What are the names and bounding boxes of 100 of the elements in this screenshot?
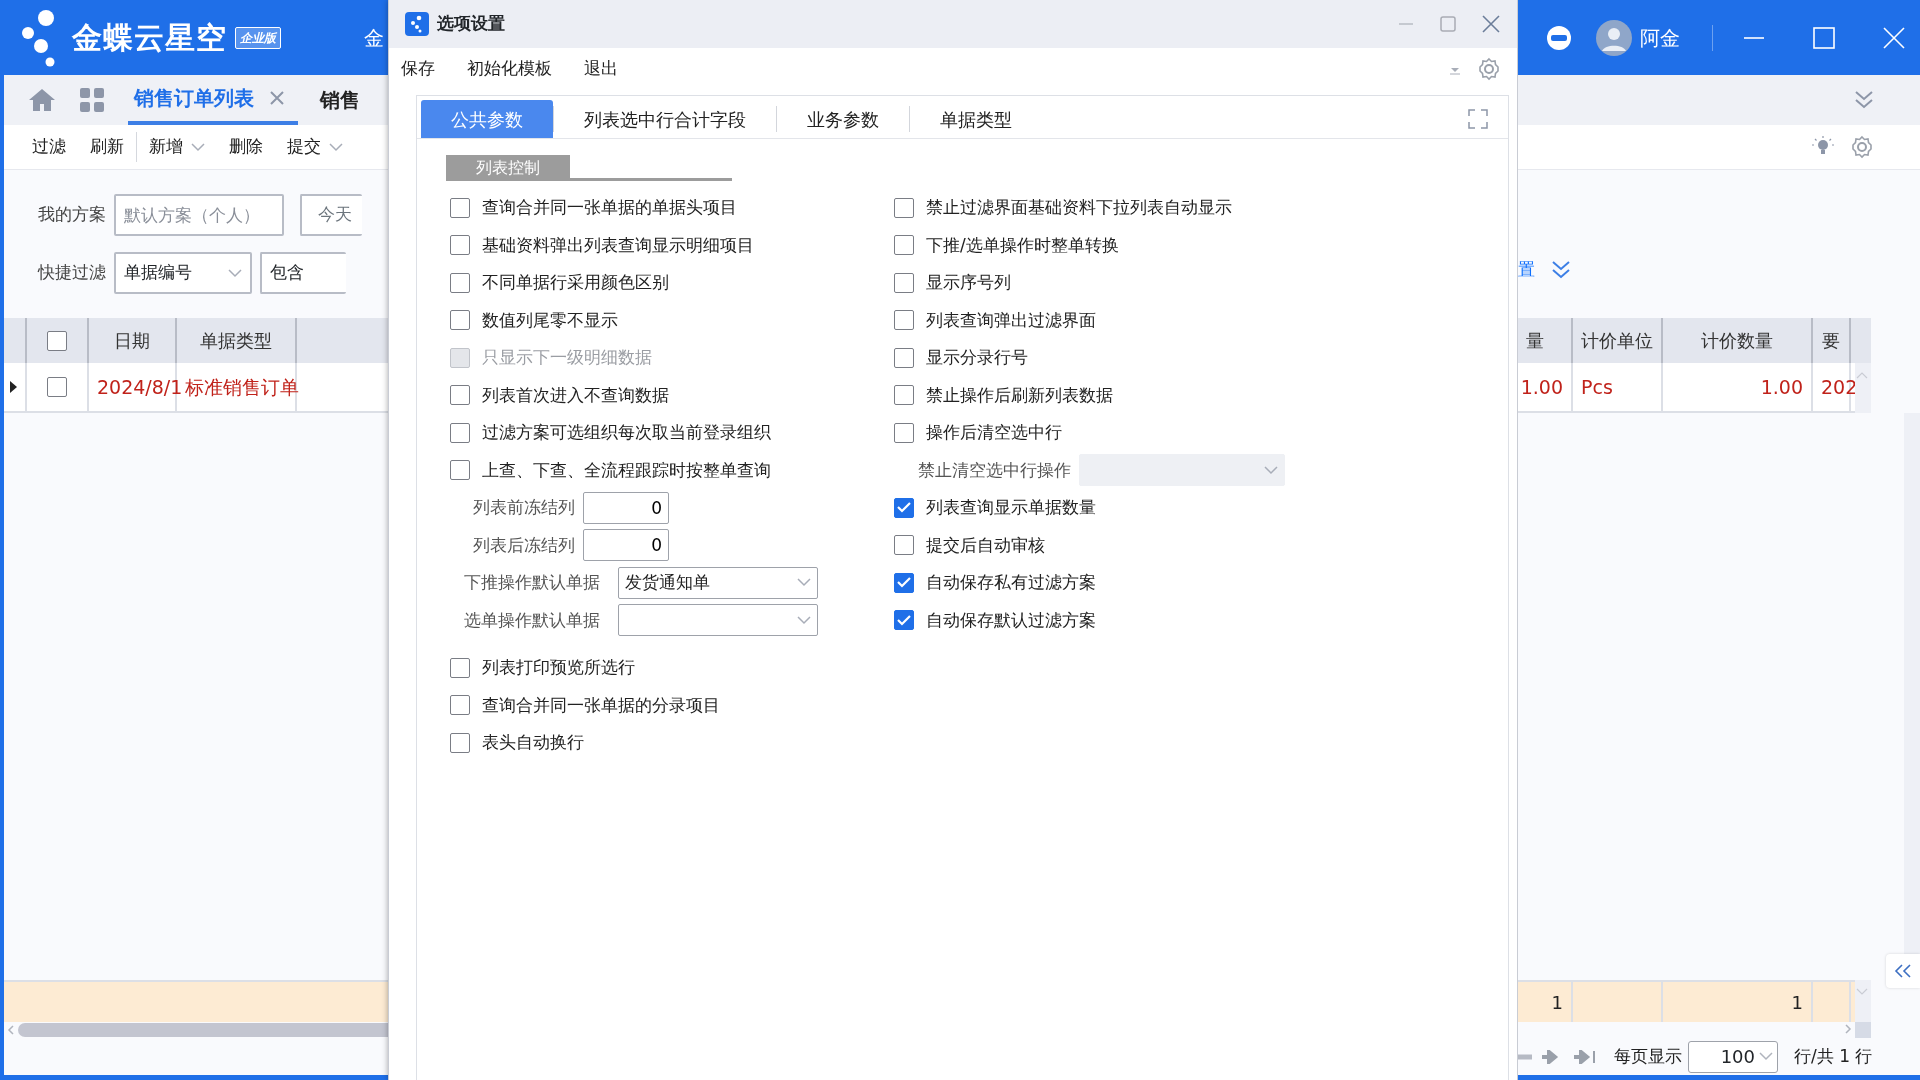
more-icon[interactable] bbox=[1546, 24, 1572, 51]
checkbox[interactable] bbox=[450, 272, 470, 293]
tab[interactable]: 列表选中行合计字段 bbox=[554, 100, 776, 138]
tab[interactable]: 业务参数 bbox=[777, 100, 909, 138]
scheme-field[interactable]: 默认方案（个人） bbox=[114, 194, 284, 236]
pager-arrows-icon[interactable] bbox=[1518, 1049, 1598, 1064]
menu-item[interactable]: 退出 bbox=[576, 56, 626, 82]
checkbox[interactable] bbox=[450, 235, 470, 256]
option-label: 数值列尾零不显示 bbox=[482, 308, 618, 332]
toolbar-button[interactable]: 新增 bbox=[137, 134, 217, 160]
close-icon[interactable] bbox=[1481, 14, 1501, 34]
option-label: 上查、下查、全流程跟踪时按整单查询 bbox=[482, 458, 771, 482]
edition-badge: 企业版 bbox=[235, 26, 281, 49]
option-label: 查询合并同一张单据的单据头项目 bbox=[482, 196, 737, 219]
close-icon[interactable] bbox=[270, 91, 284, 105]
scrollbar-thumb[interactable] bbox=[18, 1023, 388, 1037]
operator-select[interactable]: 包含 bbox=[260, 252, 346, 294]
table-cell: 1.00 bbox=[1518, 363, 1573, 411]
toolbar-button[interactable]: 提交 bbox=[275, 134, 355, 160]
chevron-down-icon bbox=[1264, 465, 1278, 475]
checkbox[interactable] bbox=[894, 272, 914, 293]
field-label: 列表前冻结列 bbox=[472, 496, 575, 519]
field-select[interactable]: 单据编号 bbox=[114, 252, 252, 294]
settings-link[interactable]: 置 bbox=[1518, 257, 1535, 283]
option-label: 操作后清空选中行 bbox=[926, 421, 1062, 444]
scrollbar-corner bbox=[1855, 1022, 1871, 1038]
checkbox[interactable] bbox=[894, 497, 914, 518]
table-cell: 1.00 bbox=[1663, 363, 1813, 411]
user-name: 阿金 bbox=[1640, 24, 1680, 52]
total-cell: 1 bbox=[1518, 982, 1573, 1022]
number-field[interactable]: 0 bbox=[583, 529, 669, 562]
filter-label: 快捷过滤 bbox=[36, 261, 107, 285]
checkbox[interactable] bbox=[894, 422, 914, 443]
page-tab[interactable]: 销售 bbox=[314, 75, 366, 125]
menu-item[interactable]: 保存 bbox=[393, 56, 443, 82]
number-field[interactable]: 0 bbox=[583, 491, 669, 524]
home-icon[interactable] bbox=[28, 87, 56, 113]
checkbox[interactable] bbox=[47, 377, 67, 397]
app-icon bbox=[405, 12, 429, 36]
checkbox[interactable] bbox=[894, 310, 914, 331]
double-chevron-left-icon bbox=[1894, 963, 1912, 979]
checkbox[interactable] bbox=[894, 610, 914, 631]
chevron-down-icon bbox=[228, 268, 242, 278]
option-label: 下推/选单操作时整单转换 bbox=[926, 233, 1119, 257]
checkbox[interactable] bbox=[450, 197, 470, 218]
field-label: 列表后冻结列 bbox=[472, 533, 575, 557]
field-label: 下推操作默认单据 bbox=[463, 571, 601, 594]
group-header: 列表控制 bbox=[446, 155, 570, 181]
checkbox[interactable] bbox=[47, 330, 67, 351]
page-size-select[interactable]: 100 bbox=[1688, 1040, 1778, 1073]
toolbar-button[interactable]: 删除 bbox=[217, 134, 275, 160]
option-label: 自动保存默认过滤方案 bbox=[926, 608, 1096, 632]
toolbar-button[interactable]: 过滤 bbox=[20, 134, 78, 160]
filter-label: 我的方案 bbox=[37, 203, 107, 227]
checkbox[interactable] bbox=[450, 695, 470, 716]
toolbar-button[interactable]: 刷新 bbox=[78, 134, 136, 160]
checkbox[interactable] bbox=[894, 197, 914, 218]
settings-icon[interactable] bbox=[1477, 57, 1501, 81]
option-label: 只显示下一级明细数据 bbox=[482, 346, 652, 369]
select-field[interactable]: 发货通知单 bbox=[618, 566, 818, 599]
option-label: 查询合并同一张单据的分录项目 bbox=[482, 693, 720, 717]
date-chip[interactable]: 今天 bbox=[300, 194, 362, 236]
checkbox[interactable] bbox=[894, 572, 914, 593]
checkbox[interactable] bbox=[450, 657, 470, 678]
option-label: 不同单据行采用颜色区别 bbox=[482, 271, 669, 294]
option-label: 显示序号列 bbox=[926, 271, 1011, 294]
app-title: 金 bbox=[364, 24, 385, 52]
checkbox[interactable] bbox=[450, 732, 470, 753]
chevron-down-icon bbox=[1759, 1052, 1773, 1061]
checkbox[interactable] bbox=[894, 235, 914, 256]
fullscreen-icon[interactable] bbox=[1468, 109, 1488, 129]
menu-item[interactable]: 初始化模板 bbox=[459, 56, 560, 82]
checkbox[interactable] bbox=[450, 385, 470, 406]
total-cell: 1 bbox=[1663, 982, 1813, 1022]
apps-icon[interactable] bbox=[80, 88, 104, 112]
pager-label: 每页显示 bbox=[1614, 1044, 1682, 1068]
chevron-down-icon bbox=[797, 615, 811, 625]
checkbox[interactable] bbox=[894, 535, 914, 556]
dialog-title: 选项设置 bbox=[437, 12, 505, 36]
tab[interactable]: 单据类型 bbox=[910, 100, 1042, 138]
table-cell: Pcs bbox=[1573, 363, 1663, 411]
option-label: 自动保存私有过滤方案 bbox=[926, 571, 1096, 594]
select-field[interactable] bbox=[618, 604, 818, 637]
checkbox[interactable] bbox=[894, 347, 914, 368]
field-label: 禁止清空选中行操作 bbox=[917, 458, 1071, 482]
double-chevron-down-icon[interactable] bbox=[1551, 260, 1571, 280]
checkbox[interactable] bbox=[450, 460, 470, 481]
option-label: 列表首次进入不查询数据 bbox=[482, 383, 669, 407]
option-label: 过滤方案可选组织每次取当前登录组织 bbox=[482, 421, 771, 444]
avatar[interactable] bbox=[1596, 19, 1632, 56]
double-chevron-down-icon[interactable] bbox=[1854, 90, 1874, 110]
checkbox[interactable] bbox=[894, 385, 914, 406]
option-label: 列表查询显示单据数量 bbox=[926, 496, 1096, 519]
option-label: 列表查询弹出过滤界面 bbox=[926, 308, 1096, 332]
option-label: 提交后自动审核 bbox=[926, 533, 1045, 557]
pager-summary: 行/共 1 行 bbox=[1794, 1044, 1873, 1068]
checkbox[interactable] bbox=[450, 422, 470, 443]
settings-icon[interactable] bbox=[1850, 135, 1874, 159]
collapse-button[interactable] bbox=[1886, 954, 1920, 988]
checkbox[interactable] bbox=[450, 310, 470, 331]
